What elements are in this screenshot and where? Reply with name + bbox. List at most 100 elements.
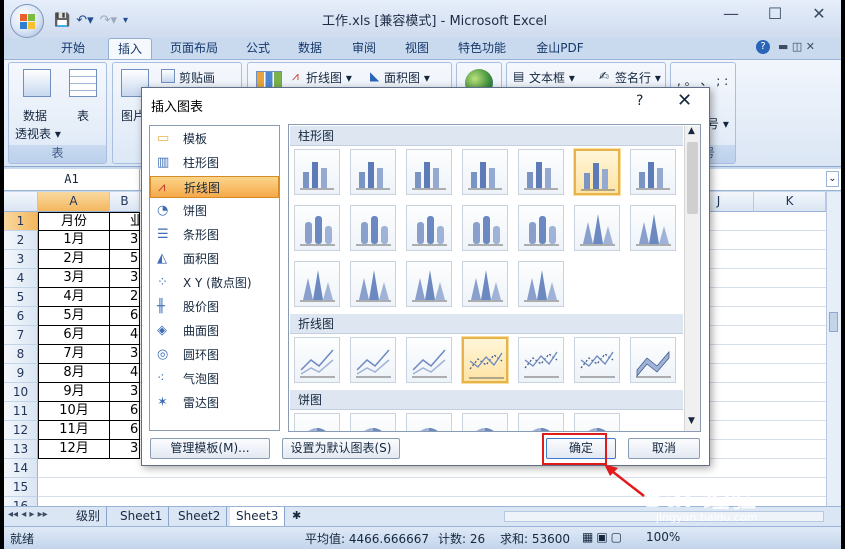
manage-templates-button[interactable]: 管理模板(M)... <box>150 438 270 459</box>
gallery-scroll-thumb[interactable] <box>687 142 698 214</box>
office-button[interactable] <box>10 4 44 38</box>
chart-subtype-thumbnail[interactable] <box>462 337 508 383</box>
cell-month[interactable]: 月份 <box>38 212 110 231</box>
row-header[interactable]: 6 <box>4 307 38 326</box>
chart-category-item[interactable]: ◈ 曲面图 <box>150 320 279 342</box>
chart-subtype-thumbnail[interactable] <box>574 205 620 251</box>
area-chart-icon[interactable]: ◣ <box>370 69 379 83</box>
sheet-tab-sheet3[interactable]: Sheet3 <box>230 507 286 526</box>
chart-category-item[interactable]: ☰ 条形图 <box>150 224 279 246</box>
row-header[interactable]: 8 <box>4 345 38 364</box>
tab-insert[interactable]: 插入 <box>108 38 152 60</box>
zoom-level[interactable]: 100% <box>646 530 680 544</box>
gallery-scrollbar[interactable]: ▲ ▼ <box>684 126 700 431</box>
sheet-nav-icon[interactable]: ◂◂ ◂ ▸ ▸▸ <box>8 509 48 520</box>
line-chart-icon[interactable]: ⩘ <box>292 69 299 84</box>
expand-formula-bar-icon[interactable]: ⌄ <box>826 171 839 187</box>
chart-category-item[interactable]: ⁘ X Y (散点图) <box>150 272 279 294</box>
row-header[interactable]: 12 <box>4 421 38 440</box>
chart-subtype-thumbnail[interactable] <box>518 261 564 307</box>
chart-category-item[interactable]: ╫ 股价图 <box>150 296 279 318</box>
column-header-b[interactable]: B <box>110 192 140 212</box>
pivot-table-label-1[interactable]: 数据 <box>23 107 47 124</box>
textbox-label[interactable]: 文本框 ▾ <box>529 69 575 86</box>
scroll-down-icon[interactable]: ▼ <box>688 416 695 426</box>
cell-month[interactable]: 5月 <box>38 307 110 326</box>
cell-month[interactable]: 12月 <box>38 440 110 459</box>
column-header-a[interactable]: A <box>38 192 110 212</box>
ribbon-minimize-icon[interactable]: ▬ ◫ ✕ <box>778 40 815 53</box>
cell-value[interactable]: 3 <box>110 231 140 250</box>
cell-value[interactable]: 5 <box>110 250 140 269</box>
chart-subtype-thumbnail[interactable] <box>518 149 564 195</box>
chart-category-item[interactable]: ✶ 雷达图 <box>150 392 279 414</box>
sheet-tab-level[interactable]: 级别 <box>70 507 108 526</box>
row-header[interactable]: 4 <box>4 269 38 288</box>
tab-review[interactable]: 审阅 <box>344 38 384 60</box>
name-box[interactable]: A1 <box>4 169 140 190</box>
save-icon[interactable]: 💾 <box>54 13 70 28</box>
sheet-tab-sheet1[interactable]: Sheet1 <box>114 507 170 526</box>
set-default-chart-button[interactable]: 设置为默认图表(S) <box>282 438 400 459</box>
cell-value[interactable]: 6 <box>110 421 140 440</box>
chart-subtype-thumbnail[interactable] <box>406 149 452 195</box>
chart-subtype-thumbnail[interactable] <box>350 205 396 251</box>
tab-view[interactable]: 视图 <box>397 38 437 60</box>
cell-month[interactable]: 3月 <box>38 269 110 288</box>
cell-value[interactable]: 3 <box>110 383 140 402</box>
cell-month[interactable]: 9月 <box>38 383 110 402</box>
chart-subtype-thumbnail[interactable] <box>406 205 452 251</box>
cancel-button[interactable]: 取消 <box>628 438 700 459</box>
chart-subtype-thumbnail[interactable] <box>294 149 340 195</box>
cell-value[interactable]: 4 <box>110 326 140 345</box>
cell-month[interactable]: 4月 <box>38 288 110 307</box>
chart-subtype-thumbnail[interactable] <box>518 337 564 383</box>
cell-value[interactable]: 4 <box>110 364 140 383</box>
minimize-button[interactable]: — <box>709 4 753 23</box>
chart-subtype-thumbnail[interactable] <box>574 149 620 195</box>
cell-value[interactable]: 3 <box>110 440 140 459</box>
customize-qat-icon[interactable]: ▾ <box>123 15 128 26</box>
table-icon[interactable] <box>69 69 97 97</box>
sheet-tab-sheet2[interactable]: Sheet2 <box>172 507 228 526</box>
dialog-help-button[interactable]: ? <box>636 93 643 109</box>
chart-subtype-thumbnail[interactable] <box>462 205 508 251</box>
row-header[interactable]: 3 <box>4 250 38 269</box>
cell-value[interactable]: 业 <box>110 212 140 231</box>
tab-page-layout[interactable]: 页面布局 <box>162 38 226 60</box>
row-header[interactable]: 7 <box>4 326 38 345</box>
chart-subtype-thumbnail[interactable] <box>294 337 340 383</box>
chart-category-item[interactable]: ▥ 柱形图 <box>150 152 279 174</box>
select-all-corner[interactable] <box>4 192 38 212</box>
area-chart-label[interactable]: 面积图 ▾ <box>384 69 430 86</box>
cell-month[interactable]: 2月 <box>38 250 110 269</box>
cell-month[interactable]: 6月 <box>38 326 110 345</box>
chart-subtype-thumbnail[interactable] <box>518 205 564 251</box>
chart-category-item[interactable]: ▭ 模板 <box>150 128 279 150</box>
chart-subtype-thumbnail[interactable] <box>350 337 396 383</box>
row-header[interactable]: 9 <box>4 364 38 383</box>
chart-subtype-thumbnail[interactable] <box>462 413 508 431</box>
chart-subtype-thumbnail[interactable] <box>294 261 340 307</box>
chart-subtype-thumbnail[interactable] <box>630 205 676 251</box>
chart-subtype-thumbnail[interactable] <box>350 149 396 195</box>
textbox-icon[interactable]: ▤ <box>513 69 524 83</box>
help-icon[interactable]: ? <box>756 40 770 54</box>
maximize-button[interactable]: ☐ <box>753 4 797 23</box>
chart-subtype-thumbnail[interactable] <box>406 261 452 307</box>
chart-subtype-thumbnail[interactable] <box>630 149 676 195</box>
chart-subtype-thumbnail[interactable] <box>462 261 508 307</box>
cell-value[interactable]: 3 <box>110 269 140 288</box>
chart-category-item[interactable]: ◔ 饼图 <box>150 200 279 222</box>
tab-formulas[interactable]: 公式 <box>238 38 278 60</box>
vertical-scrollbar[interactable] <box>826 192 841 506</box>
clipart-label[interactable]: 剪贴画 <box>179 69 215 86</box>
chart-subtype-thumbnail[interactable] <box>406 413 452 431</box>
chart-subtype-thumbnail[interactable] <box>294 413 340 431</box>
row-header[interactable]: 15 <box>4 478 38 497</box>
signature-icon[interactable]: ✍ <box>599 69 609 83</box>
chart-subtype-thumbnail[interactable] <box>294 205 340 251</box>
tab-data[interactable]: 数据 <box>290 38 330 60</box>
row-header[interactable]: 11 <box>4 402 38 421</box>
cell-value[interactable]: 2 <box>110 288 140 307</box>
